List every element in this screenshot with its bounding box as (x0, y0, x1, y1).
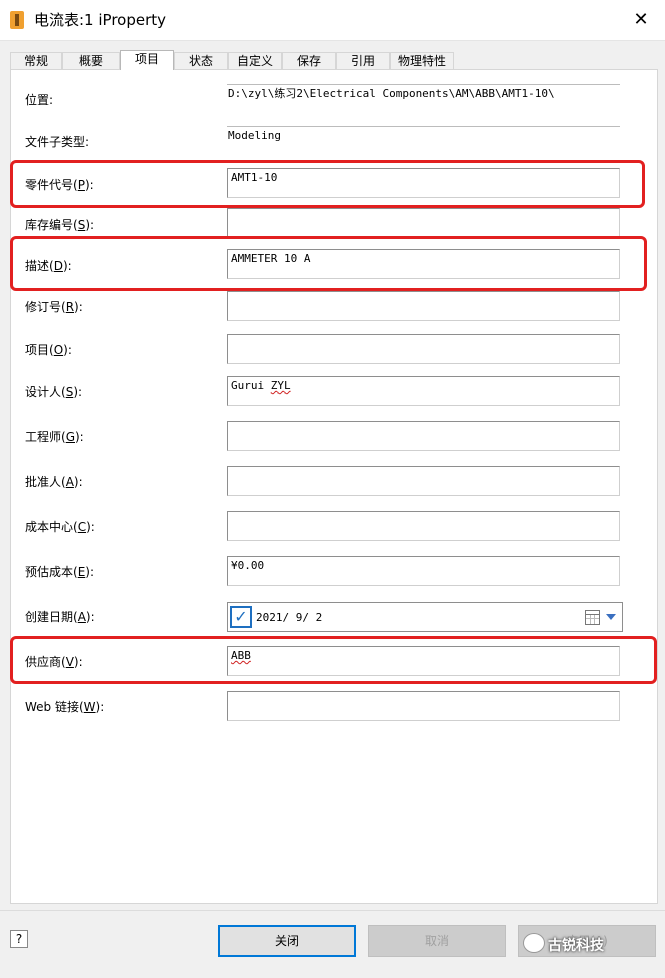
cost-center-label: 成本中心(C): (25, 520, 95, 534)
close-button[interactable]: 关闭 (218, 925, 356, 957)
tab-strip: 常规 概要 项目 状态 自定义 保存 引用 物理特性 (10, 50, 660, 70)
cancel-button[interactable]: 取消 (368, 925, 506, 957)
description-input[interactable]: AMMETER 10 A (227, 249, 620, 279)
location-label: 位置: (25, 93, 54, 107)
stock-number-label: 库存编号(S): (25, 218, 95, 232)
engineer-label: 工程师(G): (25, 430, 84, 444)
approver-label: 批准人(A): (25, 475, 83, 489)
stock-number-input[interactable] (227, 208, 620, 238)
revision-label: 修订号(R): (25, 300, 83, 314)
designer-label: 设计人(S): (25, 385, 83, 399)
subtype-value: Modeling (227, 126, 620, 152)
tab-custom[interactable]: 自定义 (228, 52, 282, 70)
project-input[interactable] (227, 334, 620, 364)
tab-status[interactable]: 状态 (174, 52, 228, 70)
designer-input[interactable]: Gurui ZYL (227, 376, 620, 406)
tab-project[interactable]: 项目 (120, 50, 174, 70)
vendor-label: 供应商(V): (25, 655, 83, 669)
cost-center-input[interactable] (227, 511, 620, 541)
creation-date-label: 创建日期(A): (25, 610, 95, 624)
creation-date-value: 2021/ 9/ 2 (256, 611, 323, 624)
approver-input[interactable] (227, 466, 620, 496)
part-number-input[interactable]: AMT1-10 (227, 168, 620, 198)
date-enabled-checkbox[interactable]: ✓ (230, 606, 252, 628)
estimated-cost-input[interactable]: ¥0.00 (227, 556, 620, 586)
estimated-cost-label: 预估成本(E): (25, 565, 95, 579)
vendor-value: ABB (231, 649, 251, 662)
title-bar: 电流表:1 iProperty ✕ (0, 0, 665, 41)
engineer-input[interactable] (227, 421, 620, 451)
watermark-text: 古锐科技 (548, 938, 604, 954)
tab-summary[interactable]: 概要 (62, 52, 120, 70)
vendor-input[interactable]: ABB (227, 646, 620, 676)
web-link-label: Web 链接(W): (25, 700, 105, 714)
wechat-icon (523, 933, 545, 953)
location-value: D:\zyl\练习2\Electrical Components\AM\ABB\… (227, 84, 620, 110)
close-window-icon[interactable]: ✕ (631, 10, 651, 30)
tab-save[interactable]: 保存 (282, 52, 336, 70)
calendar-icon[interactable] (585, 610, 600, 625)
subtype-label: 文件子类型: (25, 135, 90, 149)
web-link-input[interactable] (227, 691, 620, 721)
tab-general[interactable]: 常规 (10, 52, 62, 70)
tab-physical[interactable]: 物理特性 (390, 52, 454, 70)
creation-date-picker[interactable]: ✓ 2021/ 9/ 2 (227, 602, 623, 632)
designer-value: Gurui (231, 379, 271, 392)
designer-value-spellcheck: ZYL (270, 379, 291, 392)
chevron-down-icon[interactable] (606, 614, 616, 620)
footer-separator (0, 910, 665, 911)
part-number-label: 零件代号(P): (25, 178, 94, 192)
description-label: 描述(D): (25, 259, 72, 273)
help-button[interactable]: ? (10, 930, 28, 948)
project-label: 项目(O): (25, 343, 72, 357)
revision-input[interactable] (227, 291, 620, 321)
inventor-app-icon (10, 11, 24, 29)
window-title: 电流表:1 iProperty (34, 11, 167, 29)
tab-references[interactable]: 引用 (336, 52, 390, 70)
